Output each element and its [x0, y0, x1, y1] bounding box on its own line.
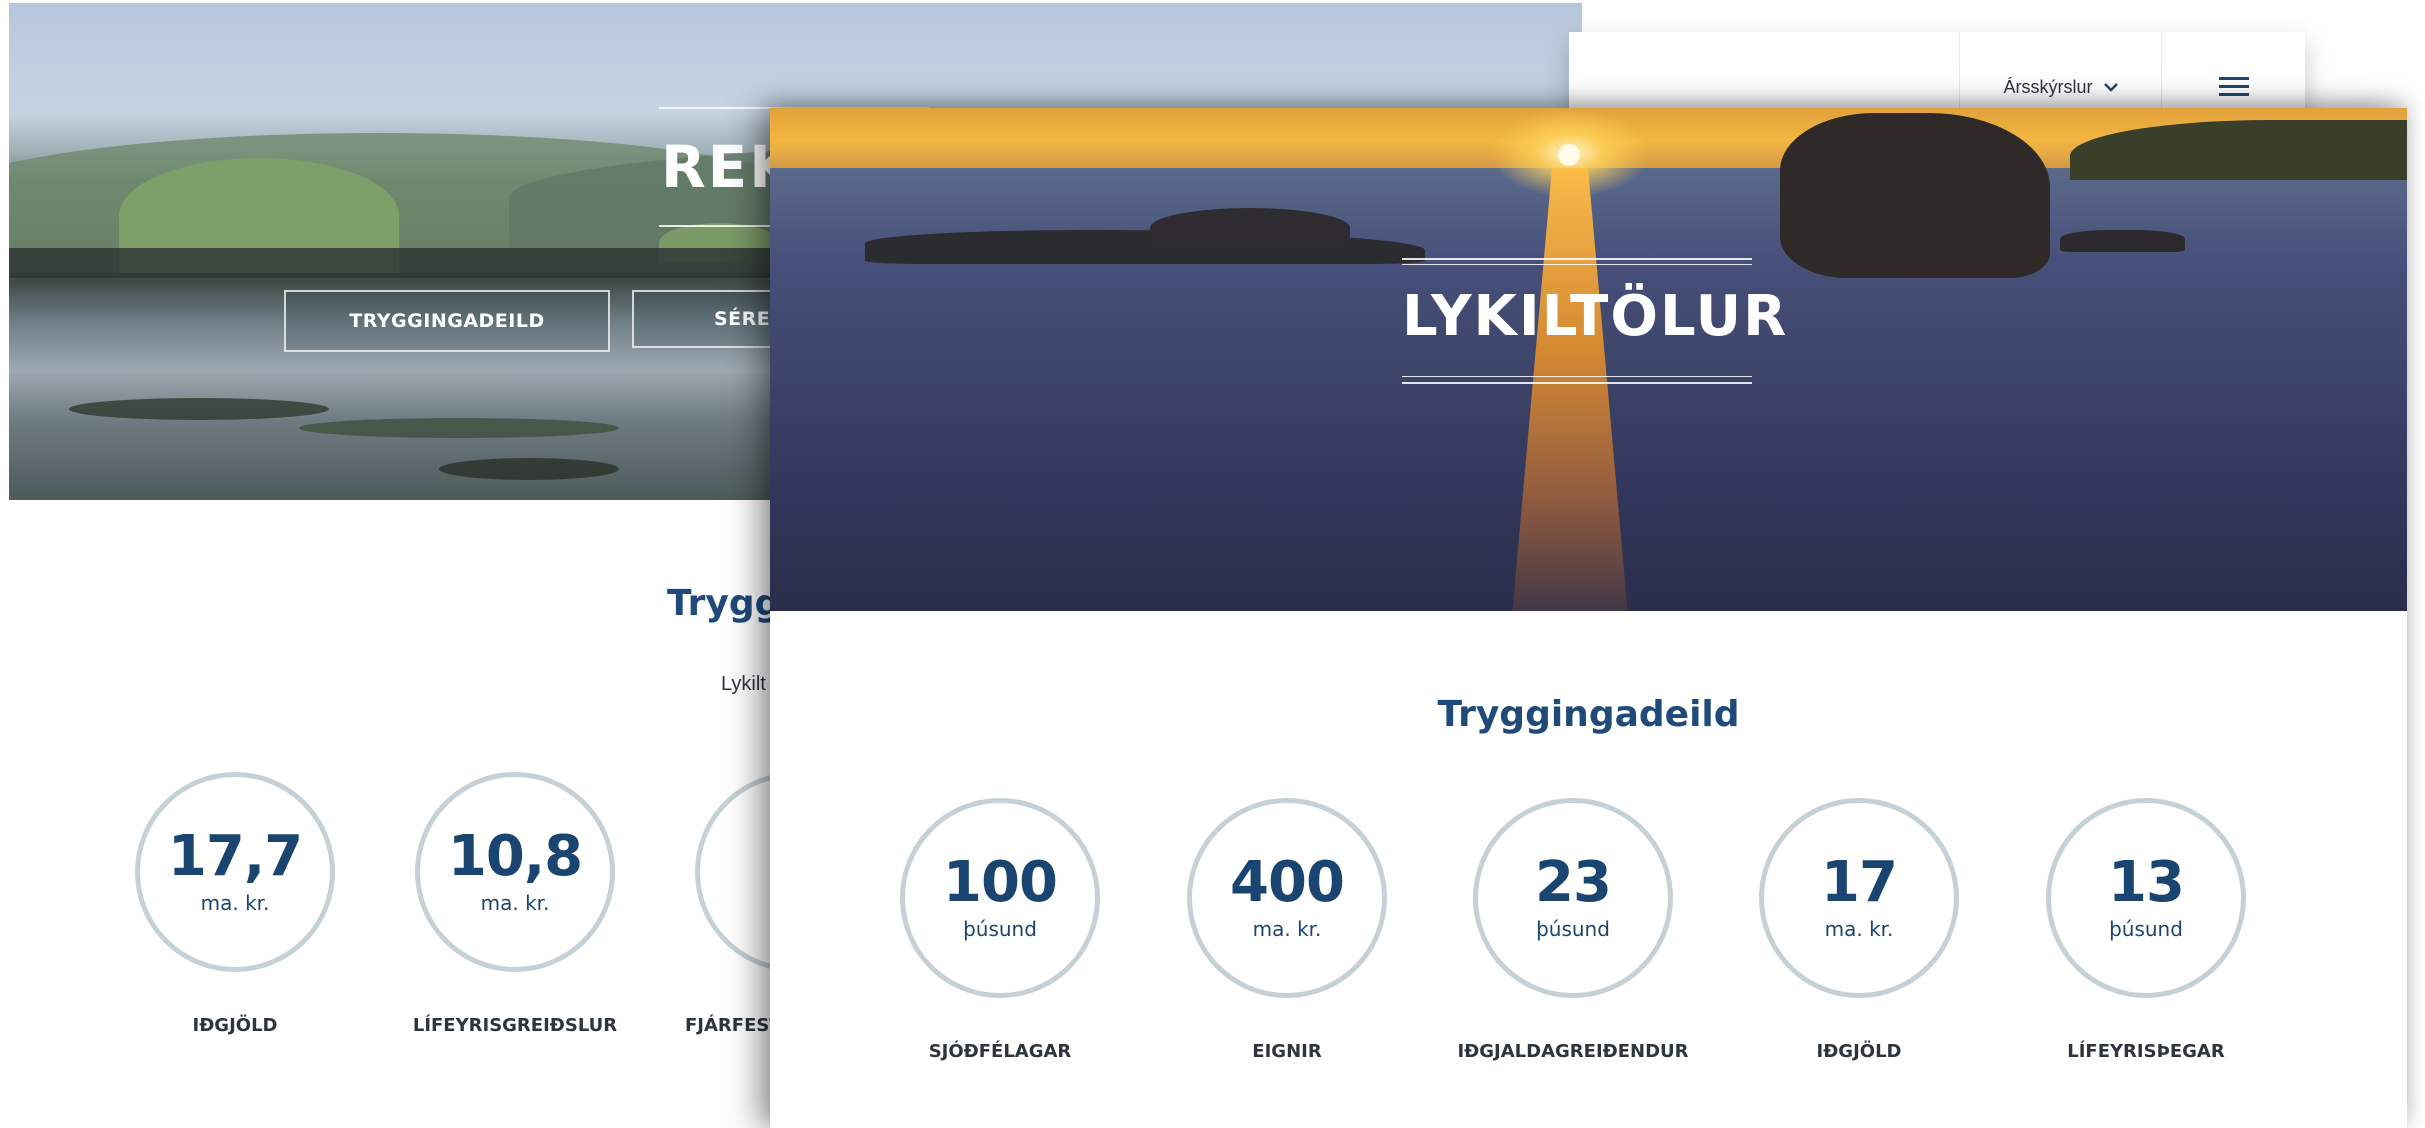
stat-circle: 23 þúsund — [1473, 798, 1673, 998]
stat-unit: þúsund — [2109, 917, 2183, 941]
stat-circle: 13 þúsund — [2046, 798, 2246, 998]
stat-unit: ma. kr. — [480, 891, 550, 915]
stat-circle: 100 þúsund — [900, 798, 1100, 998]
stat-unit: ma. kr. — [1824, 917, 1894, 941]
stat-label: IÐGJALDAGREIÐENDUR — [1457, 1041, 1689, 1062]
stat-value: 100 — [943, 850, 1058, 915]
chevron-down-icon — [2103, 83, 2118, 92]
hamburger-menu-icon — [2219, 77, 2249, 97]
stat-circle: 10,8 ma. kr. — [415, 772, 615, 972]
stat-label: EIGNIR — [1252, 1041, 1322, 1062]
stat-value: 17,7 — [167, 824, 303, 889]
stat-value: 10,8 — [447, 824, 583, 889]
front-hero-title: LYKILTÖLUR — [1402, 284, 1789, 349]
hero-title-rule-top — [1402, 258, 1752, 260]
stat-unit: þúsund — [963, 917, 1037, 941]
stat-label: IÐGJÖLD — [192, 1015, 278, 1036]
tryggingadeild-button[interactable]: TRYGGINGADEILD — [284, 290, 610, 352]
stat-circle: 17 ma. kr. — [1759, 798, 1959, 998]
dropdown-label: Ársskýrslur — [2003, 76, 2093, 97]
front-content-area: Tryggingadeild 100 þúsund SJÓÐFÉLAGAR 40… — [770, 611, 2407, 1128]
back-section-subtitle: Lykilt — [721, 673, 766, 695]
stat-label: SJÓÐFÉLAGAR — [928, 1041, 1072, 1062]
hero-title-rule-top-thin — [1402, 264, 1752, 265]
front-hero-banner: LYKILTÖLUR — [770, 108, 2407, 611]
stat-circle: 400 ma. kr. — [1187, 798, 1387, 998]
stat-value: 17 — [1821, 850, 1898, 915]
stat-unit: ma. kr. — [1252, 917, 1322, 941]
stat-unit: þúsund — [1536, 917, 1610, 941]
front-section-title: Tryggingadeild — [1437, 694, 1740, 735]
hero-title-rule-bottom — [1402, 382, 1752, 384]
stat-value: 13 — [2108, 850, 2185, 915]
stat-value: 400 — [1230, 850, 1345, 915]
stat-value: 23 — [1535, 850, 1612, 915]
front-page-preview: LYKILTÖLUR Tryggingadeild 100 þúsund SJÓ… — [770, 108, 2407, 1128]
stat-label: LÍFEYRISGREIÐSLUR — [412, 1015, 618, 1036]
stat-label: IÐGJÖLD — [1816, 1041, 1902, 1062]
sun-reflection — [1512, 168, 1628, 611]
hero-title-rule-bottom-thin — [1402, 376, 1752, 377]
stat-circle: 17,7 ma. kr. — [135, 772, 335, 972]
stat-label: LÍFEYRISÞEGAR — [2067, 1041, 2225, 1062]
stat-unit: ma. kr. — [200, 891, 270, 915]
sereignardeild-button[interactable]: SÉREI — [632, 290, 777, 348]
